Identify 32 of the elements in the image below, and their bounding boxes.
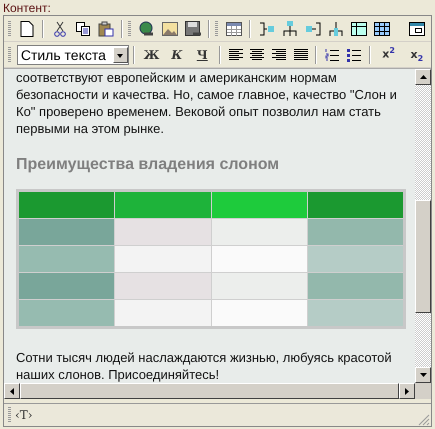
- superscript-button[interactable]: x$^{2}$: [374, 44, 403, 64]
- toolbar-grip[interactable]: [8, 407, 11, 423]
- paragraph: соответствуют европейским и американским нормам безопасности и качества. Но, самое главное, качество "Слон и Ко" проверено временем. Вековой опыт позволил нам стать первыми на этом рынке.: [16, 69, 398, 137]
- toolbar-grip[interactable]: [128, 20, 131, 36]
- italic-button[interactable]: К: [164, 44, 190, 64]
- style-dropdown[interactable]: Стиль текста: [16, 44, 129, 64]
- scroll-left-button[interactable]: [4, 383, 20, 399]
- resize-grip-icon[interactable]: [418, 414, 430, 426]
- toolbar-grip[interactable]: [215, 20, 218, 36]
- bold-button[interactable]: Ж: [138, 44, 164, 64]
- align-right-icon: [272, 48, 286, 60]
- up-arrow-icon: [420, 75, 426, 79]
- align-left-icon: [228, 48, 243, 60]
- align-center-icon: [250, 48, 264, 60]
- scroll-right-button[interactable]: [399, 383, 415, 399]
- align-justify-icon: [294, 48, 308, 60]
- scroll-down-button[interactable]: [415, 367, 431, 383]
- scrollbar-corner: [415, 383, 431, 399]
- field-label: Контент:: [2, 0, 52, 15]
- subscript-button[interactable]: x$_{2}$: [402, 44, 431, 64]
- down-arrow-icon: [420, 373, 426, 377]
- right-arrow-icon: [405, 388, 409, 394]
- toolbar-grip[interactable]: [8, 46, 11, 62]
- paragraph: Сотни тысяч людей наслаждаются жизнью, любуясь красотой наших слонов. Присоединяйтесь!: [16, 349, 393, 383]
- toolbar-grip[interactable]: [8, 20, 11, 36]
- tag-path[interactable]: ‹T›: [15, 408, 33, 422]
- heading: Преимущества владения слоном: [16, 156, 280, 174]
- vertical-scrollbar[interactable]: [415, 69, 431, 383]
- scrollbar-thumb[interactable]: [415, 200, 431, 312]
- left-arrow-icon: [10, 388, 14, 394]
- scroll-up-button[interactable]: [415, 69, 431, 85]
- underline-button[interactable]: Ч: [190, 44, 215, 64]
